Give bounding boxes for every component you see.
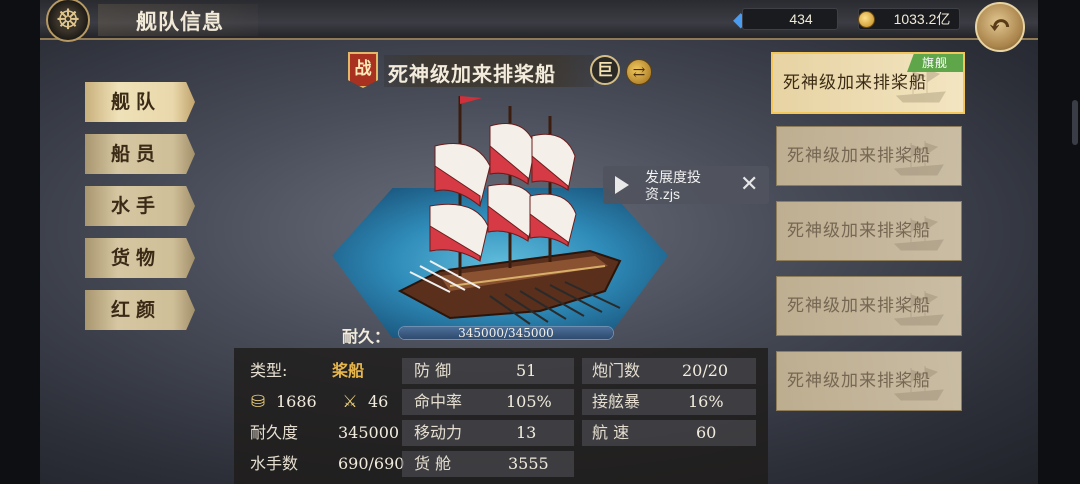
speed-value: 60 xyxy=(696,423,717,442)
attack-value: 46 xyxy=(368,392,389,411)
screen-left-edge xyxy=(0,0,40,484)
ship-name: 死神级加来排桨船 xyxy=(388,62,556,86)
ship-wheel-icon[interactable]: ☸ xyxy=(46,0,90,42)
ship-silhouette-icon xyxy=(893,366,944,401)
ship-silhouette-icon xyxy=(893,216,944,251)
ship-silhouette-icon xyxy=(893,141,944,176)
sailors-value: 690/690 xyxy=(338,454,405,473)
fleet-card[interactable]: 死神级加来排桨船 xyxy=(776,126,962,186)
nav-crew[interactable]: 船员 xyxy=(85,134,195,174)
flagship-tag: 旗舰 xyxy=(907,54,963,72)
type-label: 类型: xyxy=(250,361,288,380)
cargo-capacity-value: 1686 xyxy=(276,392,317,411)
sailors-label: 水手数 xyxy=(250,454,299,473)
durability-stat-label: 耐久度 xyxy=(250,423,299,442)
nav-beauty[interactable]: 红颜 xyxy=(85,290,195,330)
close-icon[interactable]: ✕ xyxy=(740,172,758,196)
hold-value: 3555 xyxy=(508,454,549,473)
fleet-card-flagship[interactable]: 死神级加来排桨船 旗舰 xyxy=(771,52,965,114)
cargo-bag-icon: ⛁ xyxy=(250,392,266,412)
nav-fleet[interactable]: 舰队 xyxy=(85,82,195,122)
cannon-label: 炮门数 xyxy=(592,361,641,380)
screen-right-edge xyxy=(1038,0,1080,484)
gem-counter: 434 xyxy=(742,8,838,30)
back-button[interactable]: ↶ xyxy=(975,2,1025,52)
mobility-value: 13 xyxy=(516,423,537,442)
speed-label: 航 速 xyxy=(592,423,630,442)
accuracy-value: 105% xyxy=(506,392,552,411)
type-value: 桨船 xyxy=(332,361,365,380)
defense-label: 防 御 xyxy=(414,361,452,380)
ship-illustration xyxy=(397,96,622,325)
back-arrow-icon: ↶ xyxy=(988,9,1012,42)
nav-sailors[interactable]: 水手 xyxy=(85,186,195,226)
defense-value: 51 xyxy=(516,361,537,380)
page-title: 舰队信息 xyxy=(136,9,224,34)
boarding-value: 16% xyxy=(688,392,724,411)
battle-badge: 战 xyxy=(348,52,378,88)
mobility-label: 移动力 xyxy=(414,423,463,442)
accuracy-label: 命中率 xyxy=(414,392,463,411)
game-screen: ☸ 舰队信息 ◆ 434 1033.2亿 ↶ 舰队 船员 水手 货物 红颜 战 … xyxy=(0,0,1080,484)
play-icon[interactable] xyxy=(615,176,629,194)
durability-text: 345000/345000 xyxy=(458,326,554,340)
durability-stat-value: 345000 xyxy=(338,423,400,442)
cannon-value: 20/20 xyxy=(682,361,729,380)
crossed-swords-icon: ⚔ xyxy=(342,392,358,412)
gold-coin-icon xyxy=(858,11,875,28)
fleet-card[interactable]: 死神级加来排桨船 xyxy=(776,351,962,411)
ship-size-badge: 巨 xyxy=(590,55,620,85)
ship-silhouette-icon xyxy=(893,291,944,326)
floating-video-player[interactable]: 发展度投资.zjs ✕ xyxy=(603,166,769,204)
fleet-card[interactable]: 死神级加来排桨船 xyxy=(776,201,962,261)
nav-cargo[interactable]: 货物 xyxy=(85,238,195,278)
boarding-label: 接舷暴 xyxy=(592,392,641,411)
device-notch xyxy=(1072,100,1078,145)
durability-label: 耐久： xyxy=(342,327,391,346)
hold-label: 货 舱 xyxy=(414,454,452,473)
fleet-card[interactable]: 死神级加来排桨船 xyxy=(776,276,962,336)
video-title: 发展度投资.zjs xyxy=(645,169,701,202)
swap-ship-icon[interactable]: ⇄ xyxy=(626,59,652,85)
